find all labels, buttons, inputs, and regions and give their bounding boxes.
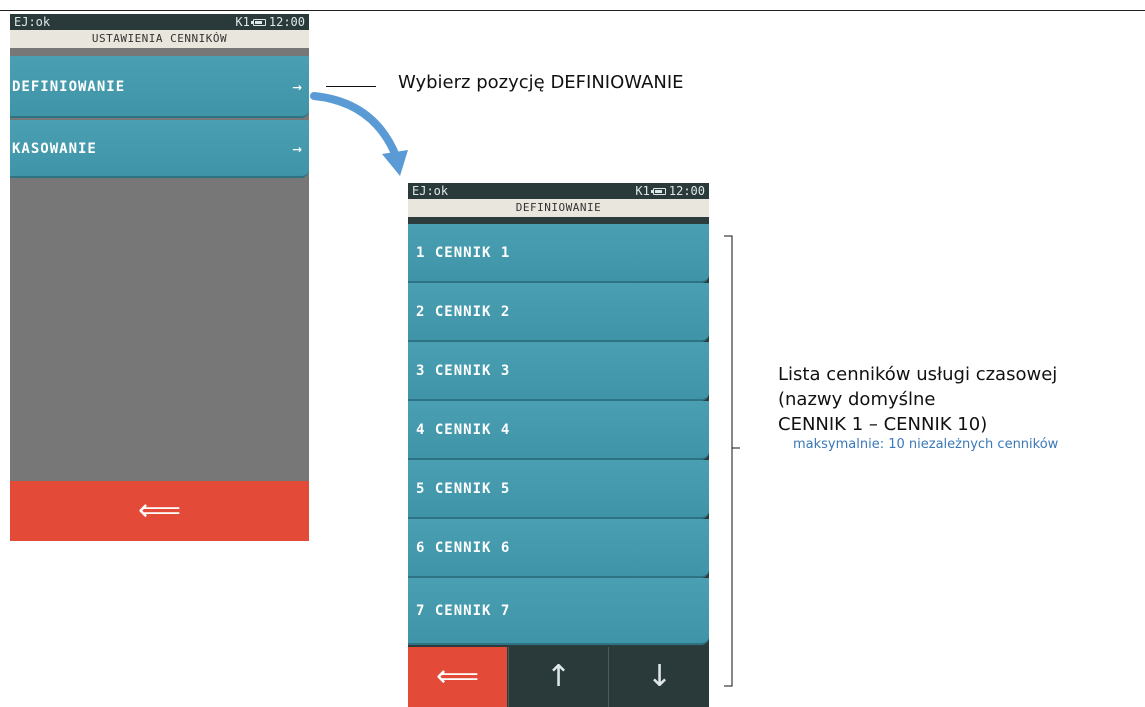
menu-item-kasowanie[interactable]: KASOWANIE → [10,120,309,178]
arrow-down-icon: ↓ [646,659,673,694]
scroll-down-button[interactable]: ↓ [608,647,709,707]
arrow-up-icon: ↑ [545,659,572,694]
callout-line-2: (nazwy domyślne [778,389,936,410]
nav-bar: ⟸ ↑ ↓ [408,647,709,707]
status-right: K1 12:00 [635,183,705,199]
curved-arrow-icon [310,92,408,176]
status-bar: EJ:ok K1 12:00 [408,183,709,199]
note-maksymalnie: maksymalnie: 10 niezależnych cenników [793,437,1059,452]
callout-line [326,86,376,87]
list-item-label: 2 CENNIK 2 [416,304,511,320]
list-bracket [724,235,740,687]
menu-item-label: DEFINIOWANIE [12,79,126,95]
top-rule [0,10,1145,11]
status-time: 12:00 [268,15,305,29]
callout-definiowanie: Wybierz pozycję DEFINIOWANIE [398,72,684,93]
status-bar: EJ:ok K1 12:00 [10,14,309,30]
list-item-cennik-7[interactable]: 7 CENNIK 7 [408,578,709,645]
menu-item-label: KASOWANIE [12,141,97,157]
status-ej: EJ:ok [14,15,51,29]
list-item-label: 4 CENNIK 4 [416,422,511,438]
menu-item-definiowanie[interactable]: DEFINIOWANIE → [10,56,309,118]
status-time: 12:00 [668,184,705,198]
list-item-cennik-5[interactable]: 5 CENNIK 5 [408,460,709,519]
screen-definiowanie: EJ:ok K1 12:00 DEFINIOWANIE 1 CENNIK 1 2… [408,183,709,707]
list-item-cennik-3[interactable]: 3 CENNIK 3 [408,342,709,401]
battery-icon [650,187,666,195]
callout-lista-cennikow: Lista cenników usługi czasowej (nazwy do… [778,362,1057,437]
battery-icon [250,18,266,26]
list-item-cennik-1[interactable]: 1 CENNIK 1 [408,224,709,283]
list-item-label: 6 CENNIK 6 [416,540,511,556]
status-right: K1 12:00 [235,14,305,30]
list-item-label: 5 CENNIK 5 [416,481,511,497]
screen-title: DEFINIOWANIE [408,199,709,217]
screen-title: USTAWIENIA CENNIKÓW [10,30,309,48]
list-item-cennik-2[interactable]: 2 CENNIK 2 [408,283,709,342]
list-item-label: 3 CENNIK 3 [416,363,511,379]
back-arrow-icon: ⟸ [137,493,181,528]
callout-line-3: CENNIK 1 – CENNIK 10) [778,414,988,435]
scroll-up-button[interactable]: ↑ [508,647,608,707]
status-k1: K1 [635,184,650,198]
screen-ustawienia-cennikow: EJ:ok K1 12:00 USTAWIENIA CENNIKÓW DEFIN… [10,14,309,541]
status-k1: K1 [235,15,250,29]
list-item-cennik-4[interactable]: 4 CENNIK 4 [408,401,709,460]
back-arrow-icon: ⟸ [435,659,479,694]
back-button[interactable]: ⟸ [408,647,507,707]
list-item-label: 7 CENNIK 7 [416,603,511,619]
status-ej: EJ:ok [412,184,449,198]
back-button[interactable]: ⟸ [10,481,309,541]
callout-line-1: Lista cenników usługi czasowej [778,364,1058,385]
list-item-cennik-6[interactable]: 6 CENNIK 6 [408,519,709,578]
list-item-label: 1 CENNIK 1 [416,245,511,261]
